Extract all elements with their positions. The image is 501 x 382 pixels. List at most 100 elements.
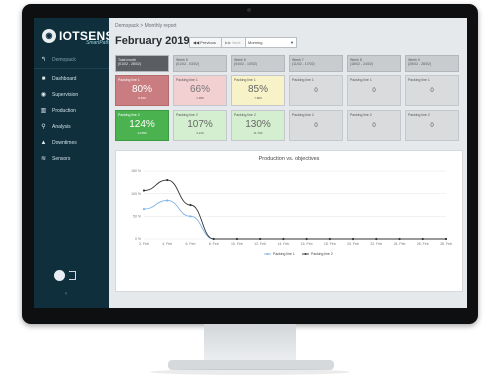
next-button[interactable]: ▶▶ Next (221, 37, 247, 48)
kpi-cell[interactable]: Packing line 2 130% 11.700 (231, 110, 285, 141)
data-point (375, 237, 378, 241)
kpi-cell[interactable]: Packing line 2 0 (405, 110, 459, 141)
kpi-value: 66% (189, 84, 210, 95)
period-range: (25/02 - 28/02) (408, 62, 431, 66)
chart-panel: Production vs. objectives 0 % 50 % 100 % 15… (115, 150, 463, 292)
kpi-units: 7.800 (254, 96, 262, 100)
kpi-cell[interactable]: Packing line 1 0 (347, 75, 401, 106)
sidebar-item-demopack[interactable]: ↰ Demopack (34, 52, 109, 69)
kpi-value: 85% (247, 84, 268, 95)
x-tick-label: 24. Feb (394, 242, 406, 246)
sidebar-item-label: Dashboard (52, 76, 77, 82)
x-tick-label: 16. Feb (301, 242, 313, 246)
line-label: Packing line 2 (292, 113, 314, 117)
monitor-stand-neck (204, 324, 296, 364)
period-header-total: Total month (01/02 - 28/02) (115, 55, 169, 72)
x-tick-label: 26. Feb (417, 242, 429, 246)
kpi-cell[interactable]: Packing line 1 0 (289, 75, 343, 106)
kpi-cell[interactable]: Packing line 2 124% 14.650 (115, 110, 169, 141)
line-label: Packing line 1 (350, 78, 372, 82)
sidebar-item-sensors[interactable]: ≋ Sensors (34, 151, 109, 167)
page-title: February 2019 (115, 35, 190, 47)
line-label: Packing line 1 (118, 78, 140, 82)
data-point (282, 237, 285, 241)
sidebar-item-supervision[interactable]: ◉ Supervision (34, 87, 109, 103)
data-point (305, 237, 308, 241)
shift-select[interactable]: Morning ▼ (245, 37, 297, 48)
period-header-week: Week 7 (11/02 - 17/02) (289, 55, 343, 72)
warning-icon: ▲ (40, 139, 47, 146)
kpi-value: 0 (372, 88, 376, 94)
line-label: Packing line 2 (176, 113, 198, 117)
line-label: Packing line 2 (350, 113, 372, 117)
main-content: Demopack > Monthly report February 2019 … (109, 18, 467, 308)
kpi-units: 11.700 (253, 131, 263, 135)
data-point (212, 237, 215, 241)
x-tick-label: 14. Feb (277, 242, 289, 246)
period-range: (04/02 - 10/02) (234, 62, 257, 66)
screen: ◉ IOTSENS SmartPaths ↰ Demopack ■ Dashbo… (34, 18, 467, 308)
kpi-value: 124% (129, 119, 155, 130)
x-tick-label: 18. Feb (324, 242, 336, 246)
sidebar-item-production[interactable]: ▥ Production (34, 103, 109, 119)
line-label: Packing line 1 (292, 78, 314, 82)
data-point (421, 237, 424, 241)
line-label: Packing line 1 (408, 78, 430, 82)
legend-label: Packing line 2 (311, 252, 333, 256)
sidebar-item-dashboard[interactable]: ■ Dashboard (34, 71, 109, 87)
breadcrumb[interactable]: Demopack > Monthly report (115, 23, 177, 29)
kpi-value: 0 (314, 123, 318, 129)
webcam (247, 8, 251, 12)
sidebar-item-label: Sensors (52, 156, 71, 162)
period-header-week: Week 5 (01/02 - 03/02) (173, 55, 227, 72)
kpi-cell[interactable]: Packing line 1 80% 8.640 (115, 75, 169, 106)
x-tick-label: 4. Feb (162, 242, 172, 246)
x-tick-label: 8. Feb (209, 242, 219, 246)
y-tick-label: 100 % (131, 192, 141, 196)
period-range: (01/02 - 03/02) (176, 62, 199, 66)
kpi-units: 14.650 (137, 131, 147, 135)
eye-icon: ◉ (40, 91, 47, 98)
sidebar-item-label: Production (52, 108, 76, 114)
previous-button[interactable]: ◀◀ Previous (189, 37, 224, 48)
sidebar-item-downtimes[interactable]: ▲ Downtimes (34, 135, 109, 151)
monitor-stand-shadow (150, 369, 350, 375)
kpi-value: 107% (187, 119, 213, 130)
y-tick-label: 0 % (135, 237, 141, 241)
data-point (398, 237, 401, 241)
y-tick-label: 50 % (133, 215, 141, 219)
kpi-cell[interactable]: Packing line 2 0 (347, 110, 401, 141)
x-tick-label: 20. Feb (347, 242, 359, 246)
kpi-value: 80% (131, 84, 152, 95)
sidebar-item-analysis[interactable]: ⚲ Analysis (34, 119, 109, 135)
series-line (143, 179, 446, 240)
shift-select-value: Morning (248, 40, 263, 45)
kpi-value: 0 (430, 88, 434, 94)
data-point (328, 237, 331, 241)
period-range: (18/02 - 24/02) (350, 62, 373, 66)
kpi-cell[interactable]: Packing line 1 66% 1.480 (173, 75, 227, 106)
kpi-cell[interactable]: Packing line 1 0 (405, 75, 459, 106)
search-icon: ⚲ (41, 123, 46, 130)
avatar[interactable] (54, 270, 65, 281)
line-label: Packing line 1 (234, 78, 256, 82)
sidebar-user-area (54, 270, 76, 281)
x-tick-label: 28. Feb (440, 242, 452, 246)
kpi-cell[interactable]: Packing line 2 0 (289, 110, 343, 141)
x-tick-label: 22. Feb (370, 242, 382, 246)
sidebar-item-label: Analysis (52, 124, 71, 130)
kpi-value: 0 (430, 123, 434, 129)
kpi-cell[interactable]: Packing line 2 107% 3.210 (173, 110, 227, 141)
car-icon: ■ (41, 75, 46, 82)
kpi-units: 8.640 (138, 96, 146, 100)
kpi-cell[interactable]: Packing line 1 85% 7.800 (231, 75, 285, 106)
monitor: ◉ IOTSENS SmartPaths ↰ Demopack ■ Dashbo… (22, 4, 478, 324)
collapse-arrow-icon[interactable]: ‹ (65, 291, 67, 297)
logout-icon[interactable] (69, 271, 76, 280)
x-tick-label: 10. Feb (231, 242, 243, 246)
sidebar-nav: ↰ Demopack ■ Dashboard ◉ Supervision ▥ P… (34, 52, 109, 167)
x-tick-label: 2. Feb (139, 242, 149, 246)
line-label: Packing line 1 (176, 78, 198, 82)
line-label: Packing line 2 (118, 113, 140, 117)
data-point (351, 237, 355, 241)
